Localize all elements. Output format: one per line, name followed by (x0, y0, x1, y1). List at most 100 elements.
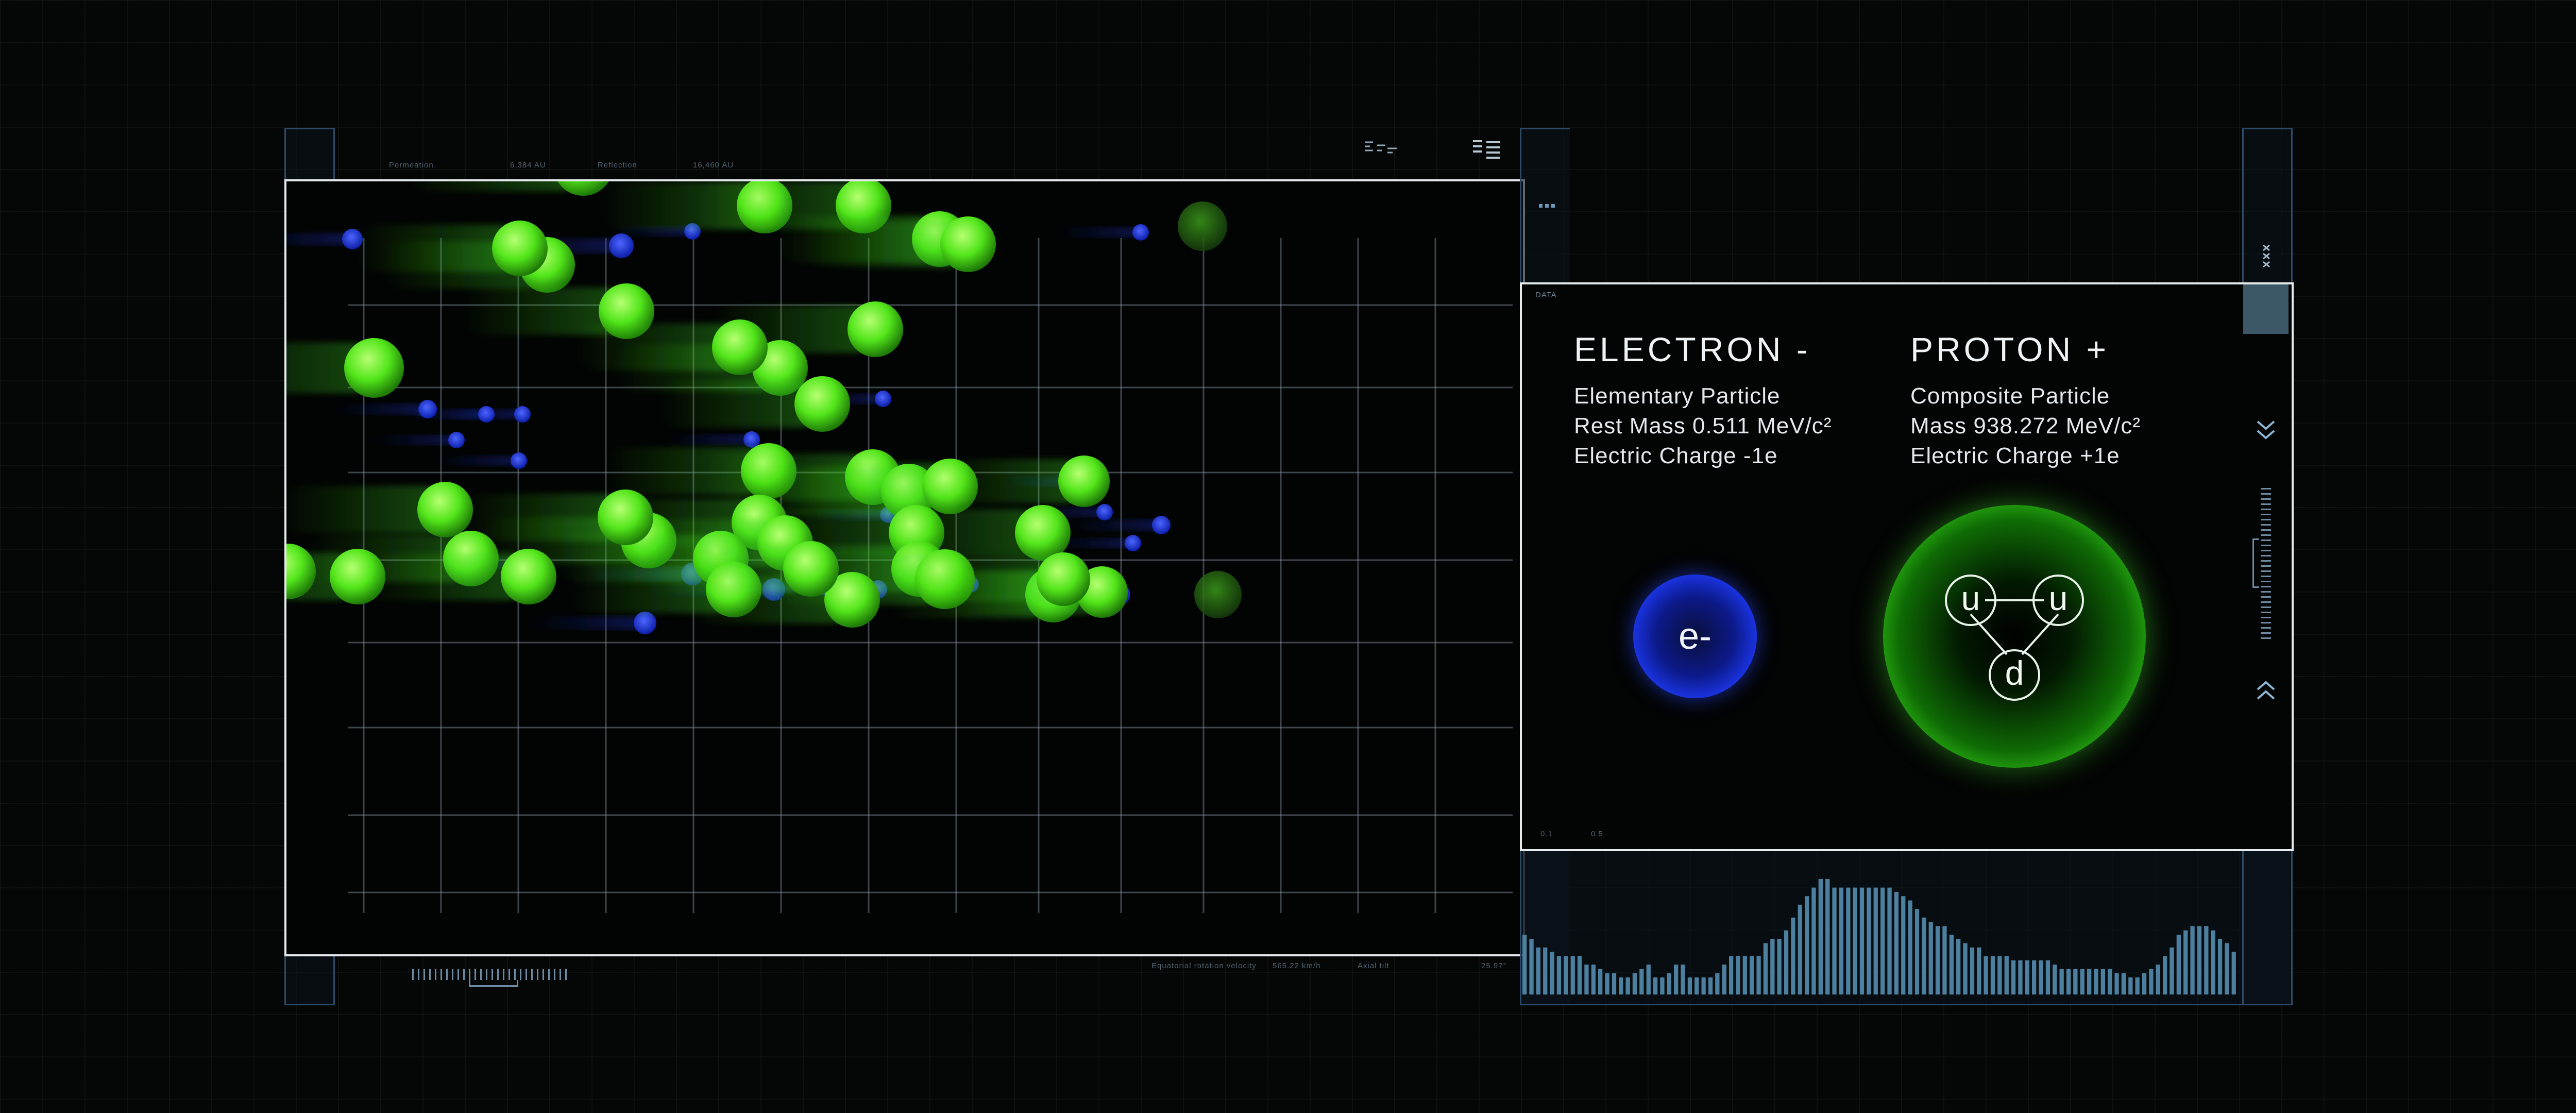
close-icon[interactable] (2259, 242, 2275, 273)
histogram-bar (1763, 943, 1768, 994)
faded-particle (1194, 571, 1242, 618)
permeation-label: Permeation (389, 161, 434, 170)
particle-trail (669, 434, 752, 445)
right-rail-tab[interactable] (2243, 284, 2289, 334)
histogram-bar (1984, 956, 1988, 994)
bottom-scale-bracket (469, 980, 518, 987)
quark-label-up: u (1961, 579, 1980, 617)
histogram-bar (1791, 917, 1795, 994)
histogram-bar (2066, 969, 2071, 994)
electron-particle (511, 452, 527, 469)
particle-trail (374, 435, 456, 445)
histogram-bar (1908, 900, 1912, 994)
particle-trail (1069, 519, 1161, 531)
histogram-bar (1742, 956, 1747, 994)
histogram-bar (1928, 922, 1933, 994)
histogram-bar (1818, 879, 1823, 994)
histogram-bar (1784, 930, 1789, 994)
histogram-bar (1619, 977, 1623, 994)
histogram-bar (1625, 977, 1630, 994)
proton-mass: Mass 938.272 MeV/c² (1910, 413, 2141, 439)
histogram-bar (1674, 964, 1679, 994)
bottom-horizontal-scale[interactable] (412, 969, 567, 980)
histogram-bar (2176, 934, 2181, 994)
electron-title: ELECTRON - (1574, 330, 1811, 368)
histogram-bar (2170, 947, 2174, 994)
histogram-bar (1522, 934, 1527, 994)
list-icon[interactable] (1471, 138, 1502, 161)
histogram-bar (2018, 960, 2023, 994)
histogram-bar (1646, 964, 1651, 994)
chevron-double-down-icon[interactable] (2251, 416, 2280, 445)
particle-trail (436, 456, 519, 466)
reflection-value: 16,460 AU (693, 161, 734, 170)
histogram-bar (1736, 956, 1740, 994)
histogram-bar (1750, 956, 1754, 994)
dots-menu-icon[interactable] (1538, 201, 1558, 211)
histogram-bar (1708, 977, 1713, 994)
histogram-bar (2204, 926, 2209, 994)
histogram-bar (2045, 960, 2050, 994)
histogram-bar (1667, 973, 1671, 994)
proton-particle (940, 216, 996, 272)
electron-particle (743, 431, 760, 448)
electron-model[interactable]: e- (1633, 575, 1757, 698)
histogram-bar (1612, 973, 1617, 994)
histogram-bar (1564, 956, 1568, 994)
histogram-bar (2094, 969, 2098, 994)
histogram-bar (2217, 939, 2223, 994)
histogram-bar (2087, 969, 2092, 994)
proton-particle (1037, 552, 1090, 606)
proton-particle (794, 376, 850, 432)
electron-particle (1132, 224, 1149, 241)
proton-charge: Electric Charge +1e (1910, 443, 2120, 468)
particle-simulation-viewport[interactable] (284, 179, 1525, 956)
histogram-bar (1653, 977, 1658, 994)
toolbar-glyph-icon[interactable] (1363, 139, 1399, 160)
rotation-velocity-value: 565.22 km/h (1273, 962, 1321, 970)
histogram-bar (1901, 896, 1906, 994)
histogram-bar (1536, 947, 1540, 994)
rotation-velocity-label: Equatorial rotation velocity (1151, 962, 1257, 970)
histogram-bar (2135, 977, 2140, 994)
electron-rest-mass: Rest Mass 0.511 MeV/c² (1574, 413, 1832, 439)
particle-trail (1058, 227, 1141, 238)
energy-histogram (1522, 879, 2236, 994)
histogram-bar (1550, 952, 1554, 994)
proton-particle (783, 541, 839, 597)
histogram-bar (1681, 964, 1685, 994)
histogram-bar (1894, 891, 1899, 994)
histogram-bar (1577, 956, 1582, 994)
proton-model[interactable]: u u d (1883, 505, 2146, 768)
histogram-bar (1598, 969, 1603, 994)
histogram-bar (2011, 960, 2016, 994)
right-vertical-scale[interactable] (2261, 484, 2271, 639)
histogram-bar (2108, 969, 2112, 994)
electron-particle (1125, 535, 1141, 551)
histogram-bar (1805, 896, 1809, 994)
right-scale-bracket (2252, 538, 2259, 588)
histogram-bar (1922, 917, 1926, 994)
histogram-bar (1956, 939, 1961, 994)
histogram-bar (2128, 977, 2133, 994)
histogram-bar (2211, 930, 2215, 994)
histogram-bar (2190, 926, 2195, 994)
axial-tilt-value: 25.97° (1481, 962, 1507, 970)
screen: { "icons": { "menu_top": "dots-menu-icon… (0, 0, 2576, 1113)
electron-particle (1096, 504, 1113, 520)
histogram-bar (1942, 926, 1947, 994)
particle-field (286, 181, 1513, 913)
proton-particle (344, 338, 404, 398)
histogram-bar (2156, 964, 2160, 994)
proton-type: Composite Particle (1910, 383, 2110, 409)
electron-symbol: e- (1678, 616, 1712, 657)
histogram-bar (1756, 956, 1761, 994)
electron-particle (448, 432, 465, 448)
chevron-double-up-icon[interactable] (2251, 675, 2280, 704)
histogram-bar (2225, 943, 2229, 994)
electron-particle (609, 233, 634, 258)
histogram-bar (2032, 960, 2037, 994)
histogram-bar (1914, 909, 1920, 994)
histogram-bar (1632, 973, 1637, 994)
histogram-bar (1687, 977, 1692, 994)
